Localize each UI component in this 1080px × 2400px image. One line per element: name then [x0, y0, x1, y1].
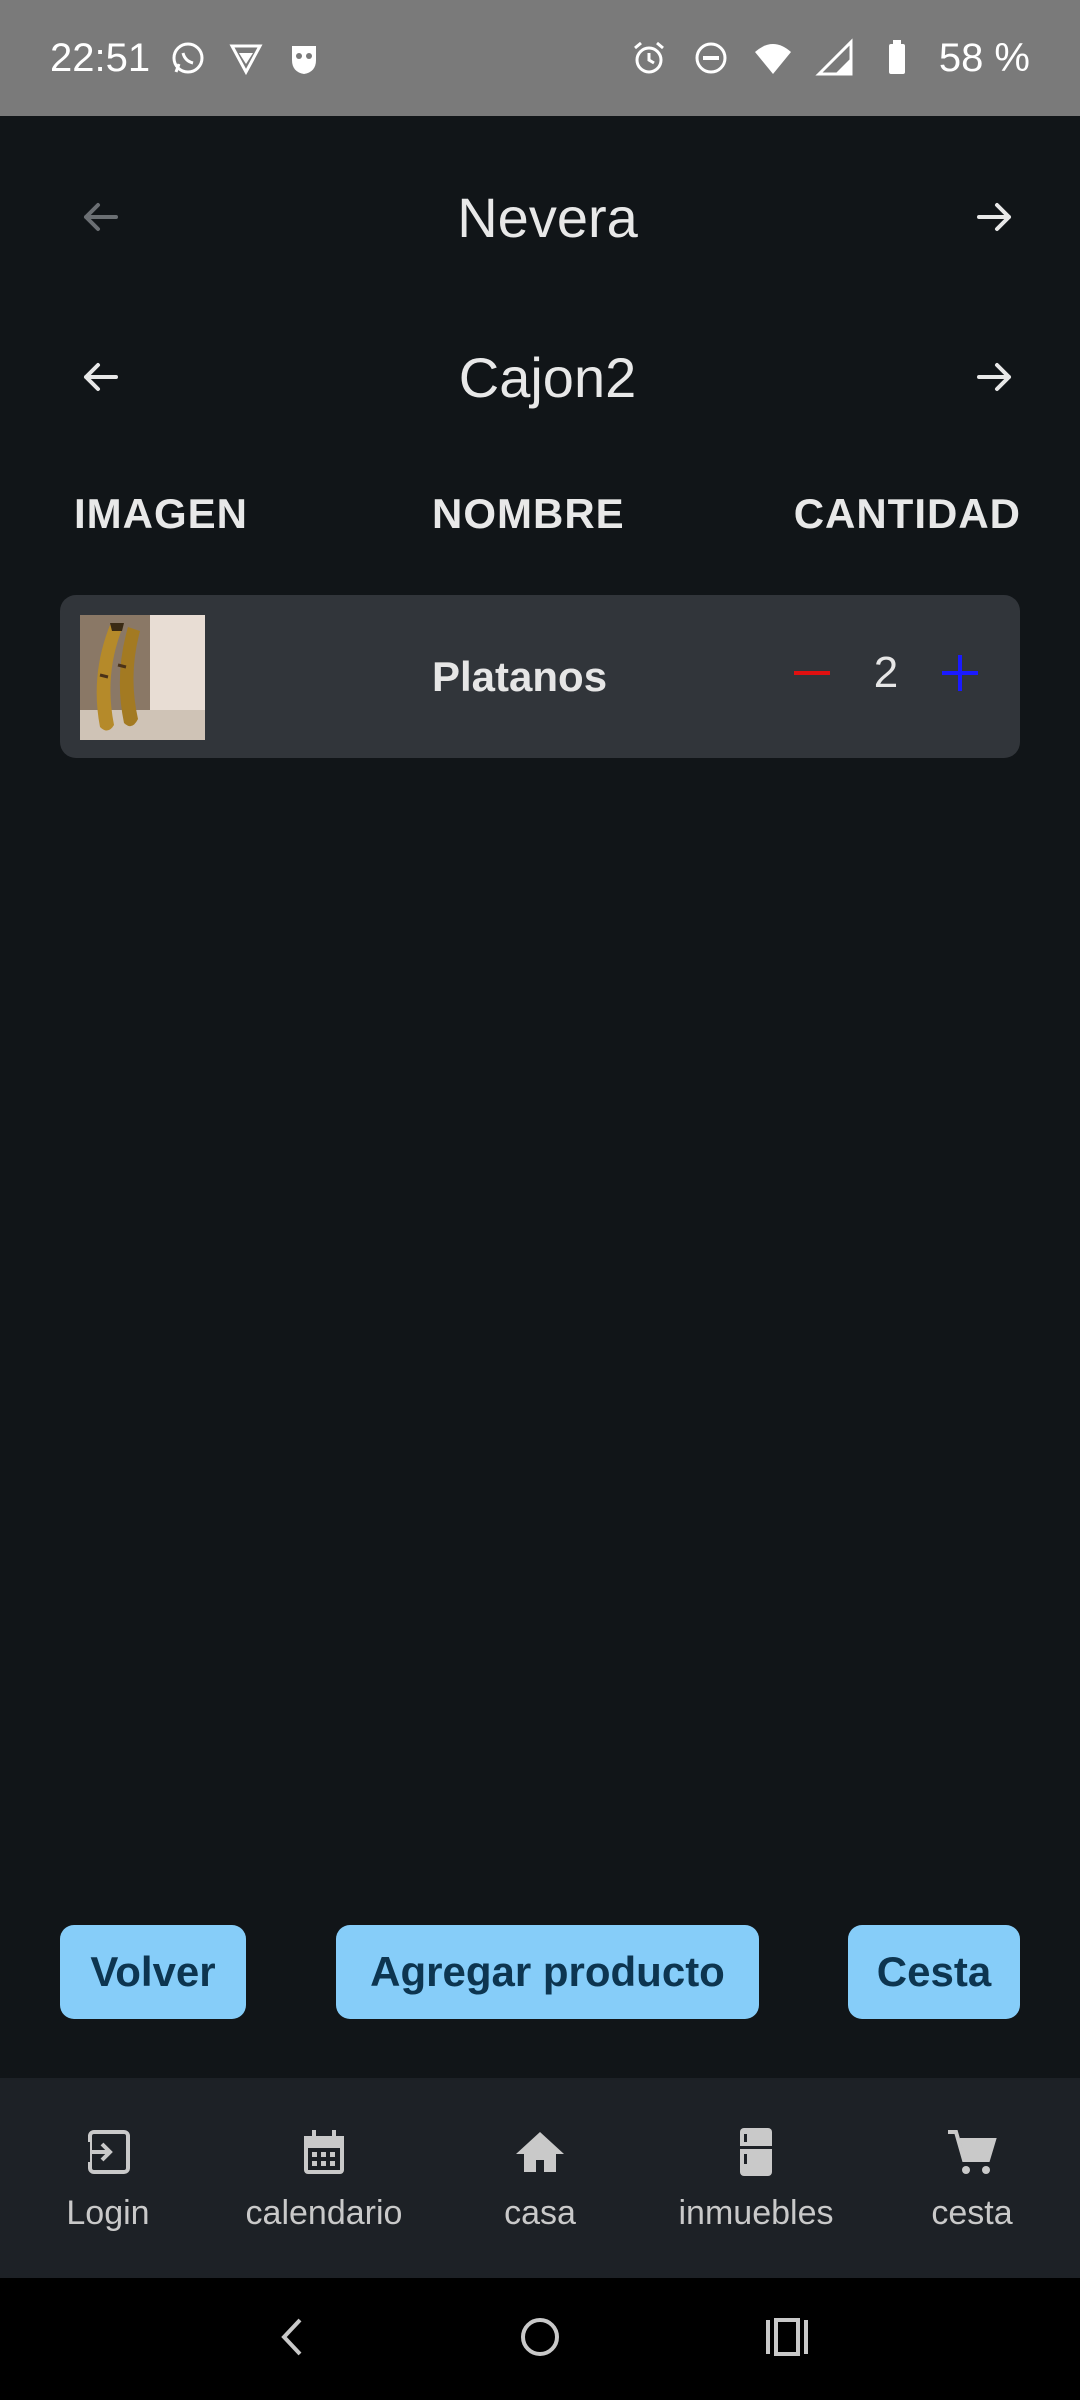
- drawer-selector: Cajon2: [0, 322, 1080, 432]
- battery-level: 58 %: [938, 35, 1030, 80]
- login-icon: [82, 2129, 130, 2174]
- product-name: Platanos: [432, 653, 608, 700]
- nav-item-label: calendario: [245, 2193, 403, 2232]
- quantity-stepper: 2: [782, 633, 990, 713]
- column-header-name: NOMBRE: [432, 490, 625, 537]
- drawer-title: Cajon2: [458, 345, 637, 409]
- location-title: Nevera: [457, 185, 638, 249]
- status-bar: 22:51 58 %: [0, 0, 1080, 116]
- mask-icon: [284, 38, 324, 78]
- nav-item-label: casa: [504, 2193, 576, 2232]
- alarm-icon: [629, 38, 669, 78]
- dnd-icon: [691, 38, 731, 78]
- nav-item-login[interactable]: Login: [0, 2078, 216, 2278]
- fridge-icon: [740, 2127, 772, 2176]
- system-recents-icon[interactable]: [762, 2312, 812, 2367]
- calendar-icon: [304, 2129, 344, 2174]
- location-selector: Nevera: [0, 162, 1080, 272]
- signal-icon: [815, 38, 855, 78]
- system-navigation: [0, 2278, 1080, 2400]
- wifi-icon: [753, 38, 793, 78]
- nav-item-label: Login: [66, 2193, 150, 2232]
- nav-item-cesta[interactable]: cesta: [864, 2078, 1080, 2278]
- product-row[interactable]: Platanos 2: [60, 595, 1020, 758]
- arrow-right-icon[interactable]: [965, 347, 1025, 407]
- whatsapp-icon: [168, 38, 208, 78]
- status-time: 22:51: [50, 35, 151, 80]
- column-header-quantity: CANTIDAD: [793, 490, 1021, 537]
- system-home-icon[interactable]: [515, 2312, 565, 2367]
- minus-icon[interactable]: [782, 643, 842, 703]
- table-header: IMAGEN NOMBRE CANTIDAD: [0, 490, 1080, 550]
- home-icon: [516, 2131, 564, 2172]
- arrow-right-icon[interactable]: [965, 187, 1025, 247]
- battery-icon: [877, 38, 917, 78]
- arrow-left-icon[interactable]: [70, 347, 130, 407]
- arrow-left-icon[interactable]: [70, 187, 130, 247]
- nav-item-inmuebles[interactable]: inmuebles: [648, 2078, 864, 2278]
- nav-item-label: inmuebles: [678, 2193, 834, 2232]
- bottom-navigation: Login calendario casa inmuebles cesta: [0, 2078, 1080, 2278]
- action-bar: Volver Agregar producto Cesta: [0, 1925, 1080, 2019]
- back-button[interactable]: Volver: [60, 1925, 246, 2019]
- column-header-image: IMAGEN: [74, 490, 248, 537]
- nav-item-casa[interactable]: casa: [432, 2078, 648, 2278]
- basket-button[interactable]: Cesta: [848, 1925, 1020, 2019]
- nav-item-calendario[interactable]: calendario: [216, 2078, 432, 2278]
- plus-icon[interactable]: [930, 643, 990, 703]
- quantity-value: 2: [873, 648, 899, 697]
- nav-item-label: cesta: [931, 2193, 1013, 2232]
- system-back-icon[interactable]: [268, 2312, 318, 2367]
- product-image: [80, 615, 205, 740]
- cart-icon: [948, 2129, 997, 2174]
- add-product-button[interactable]: Agregar producto: [336, 1925, 759, 2019]
- vpn-shield-icon: [226, 38, 266, 78]
